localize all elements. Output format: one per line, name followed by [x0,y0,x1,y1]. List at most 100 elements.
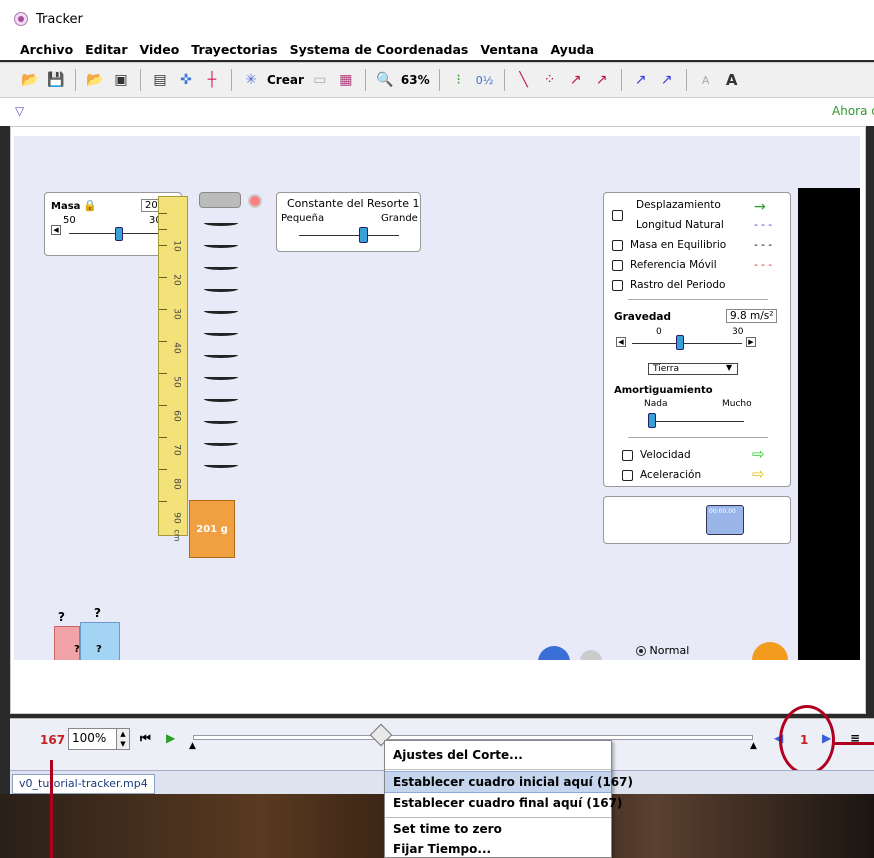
gravedad-slider-thumb[interactable] [676,335,684,350]
menu-ayuda[interactable]: Ayuda [550,42,594,57]
hanging-mass[interactable]: 201 g [189,500,235,558]
annotation-line [832,742,874,745]
rastro-periodo-checkbox[interactable] [612,279,628,291]
amort-min: Nada [644,399,668,409]
resorte-max: Grande [381,213,418,224]
start-marker-icon[interactable]: ▲ [189,741,196,751]
tab-video-file[interactable]: v0_tutorial-tracker.mp4 [12,774,155,794]
velocity-icon[interactable]: ↗ [566,70,586,90]
zoom-field[interactable]: 100% [68,728,120,750]
masa-decrement-button[interactable]: ◀ [51,225,61,235]
zoom-level[interactable]: 63% [401,73,430,87]
zoom-spinner[interactable]: ▲ ▼ [116,728,130,750]
menu-item-set-time-zero[interactable]: Set time to zero [385,819,611,841]
resorte-title: Constante del Resorte 1 [287,197,420,210]
pause-button[interactable] [538,646,570,660]
acceleration-icon[interactable]: ↗ [592,70,612,90]
masa-slider-track[interactable] [69,233,159,234]
gravedad-value-field[interactable]: 9.8 m/s² [726,309,778,323]
normal-speed-radio[interactable]: Normal [636,644,689,657]
longitud-natural-label: Longitud Natural [636,219,724,231]
end-marker-icon[interactable]: ▲ [750,741,757,751]
toolbar-separator [140,69,141,91]
masa-equilibrio-label: Masa en Equilibrio [630,239,727,251]
points-icon[interactable]: ⁘ [540,70,560,90]
font-larger-icon[interactable]: A [722,70,742,90]
open-video-icon[interactable]: 📂 [85,70,105,90]
menu-item-set-end-frame[interactable]: Establecer cuadro final aquí (167) [385,793,622,815]
save-icon[interactable]: 💾 [46,70,66,90]
stopwatch-icon[interactable]: 00:00.00 [706,505,744,535]
zoom-icon[interactable]: 🔍 [375,70,395,90]
ruler[interactable]: 10 20 30 40 50 60 70 80 90 cm [158,196,188,542]
menu-item-set-start-frame[interactable]: Establecer cuadro inicial aquí (167) [385,771,633,793]
center-of-mass-icon[interactable]: ↗ [657,70,677,90]
divider [628,299,768,300]
vector-sum-icon[interactable]: ↗ [631,70,651,90]
amortiguamiento-label: Amortiguamiento [614,385,713,396]
menu-item-ajustes-corte[interactable]: Ajustes del Corte... [385,745,611,767]
aceleracion-checkbox[interactable] [622,469,638,481]
model-builder-icon[interactable]: ▦ [336,70,356,90]
labels-icon[interactable]: 0½ [475,70,495,90]
black-dash-icon: - - - [754,239,773,251]
gravedad-slider-track[interactable] [632,343,742,344]
ruler-number: 50 [171,376,182,388]
desplazamiento-checkbox[interactable] [612,209,628,221]
ruler-unit: cm [172,529,182,542]
simulation-view[interactable]: Masa 🔒 201 g 50 30 0 ◀ Constante del Reso… [14,136,860,660]
calibration-icon[interactable]: ✜ [176,70,196,90]
spring [204,220,238,500]
gravedad-decrement-button[interactable]: ◀ [616,337,626,347]
menu-trayectorias[interactable]: Trayectorias [191,42,277,57]
resorte-slider-thumb[interactable] [359,227,368,243]
ruler-number: 70 [171,444,182,456]
ruler-number: 90 [171,512,182,524]
menu-archivo[interactable]: Archivo [20,42,73,57]
masa-label: Masa [51,201,81,212]
resorte-slider-track[interactable] [299,235,399,236]
path-icon[interactable]: ╲ [514,70,534,90]
create-track-icon[interactable]: ✳ [241,70,261,90]
referencia-movil-checkbox[interactable] [612,259,628,271]
referencia-movil-label: Referencia Móvil [630,259,717,271]
title-bar: Tracker [0,0,874,38]
tracker-app-icon [14,12,28,26]
ruler-number: 40 [171,342,182,354]
export-icon[interactable]: ▣ [111,70,131,90]
toolbar-separator [438,69,440,91]
menu-item-fijar-tiempo[interactable]: Fijar Tiempo... [385,839,611,858]
filmstrip-icon[interactable]: ▭ [310,70,330,90]
font-smaller-icon[interactable]: A [696,70,716,90]
amort-slider-thumb[interactable] [648,413,656,428]
stop-button[interactable] [248,194,262,208]
velocidad-checkbox[interactable] [622,449,638,461]
reset-to-start-icon[interactable]: ⏮ [140,731,151,746]
step-button[interactable] [580,650,602,660]
reset-button[interactable] [752,642,788,660]
menu-ventana[interactable]: Ventana [480,42,538,57]
dropdown-triangle-icon[interactable]: ▽ [15,104,24,118]
gravedad-increment-button[interactable]: ▶ [746,337,756,347]
masa-min: 50 [63,215,76,226]
masa-slider-thumb[interactable] [115,227,123,241]
gravedad-label: Gravedad [614,311,671,323]
toolbar-separator [685,69,687,91]
planet-select[interactable]: Tierra [648,363,738,375]
open-folder-icon[interactable]: 📂 [20,70,40,90]
create-track-button[interactable]: Crear [267,73,304,87]
play-icon[interactable]: ▶ [166,731,175,745]
axes-icon[interactable]: ┼ [202,70,222,90]
rastro-periodo-label: Rastro del Periodo [630,279,726,291]
trails-icon[interactable]: ⁝ [449,70,469,90]
menu-video[interactable]: Video [140,42,180,57]
status-text: Ahora d [832,104,874,118]
amort-slider-track[interactable] [648,421,744,422]
menu-editar[interactable]: Editar [85,42,127,57]
blue-dash-icon: - - - [754,219,773,231]
masa-equilibrio-checkbox[interactable] [612,239,628,251]
chevron-down-icon[interactable]: ▼ [726,363,732,372]
clip-settings-icon[interactable]: ▤ [150,70,170,90]
menu-coordenadas[interactable]: Systema de Coordenadas [290,42,469,57]
options-panel: Desplazamiento → Longitud Natural - - - … [603,192,791,487]
